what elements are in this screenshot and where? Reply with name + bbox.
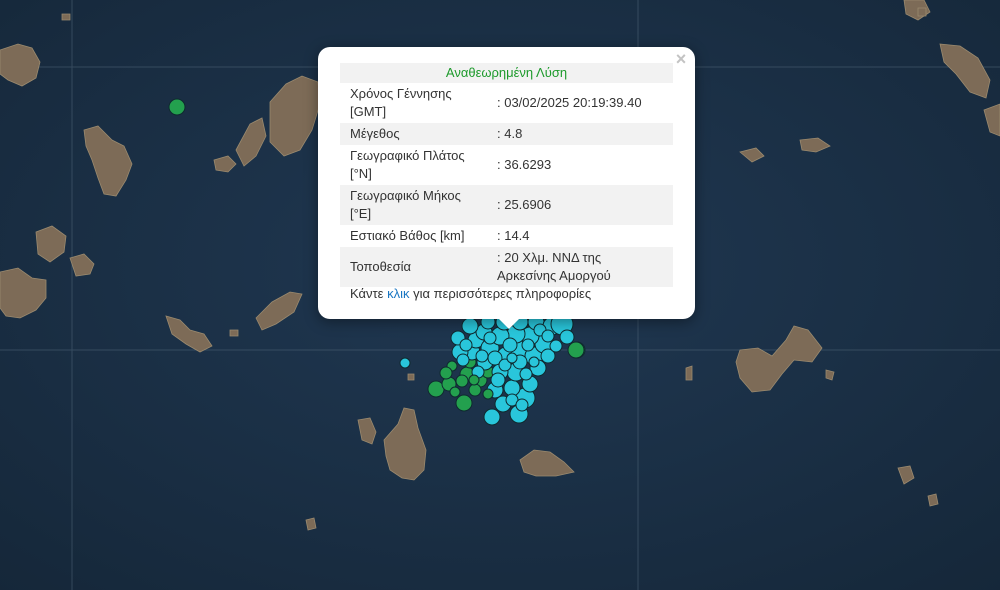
location-value: : 20 Χλμ. ΝΝΔ της Αρκεσίνης Αμοργού (487, 247, 673, 287)
island-islet-1 (61, 13, 71, 21)
earthquake-marker-revised[interactable] (449, 386, 461, 398)
magnitude-label: Μέγεθος (340, 123, 487, 145)
solution-title-row: Αναθεωρημένη Λύση (340, 63, 673, 83)
earthquake-marker-revised[interactable] (468, 374, 480, 386)
island-christiana (305, 517, 317, 531)
earthquake-marker-automatic[interactable] (528, 356, 540, 368)
earthquake-marker-automatic[interactable] (506, 352, 518, 364)
earthquake-marker-automatic[interactable] (559, 329, 575, 345)
island-islet-6 (407, 373, 415, 381)
longitude-row: Γεωγραφικό Μήκος [°E] : 25.6906 (340, 185, 673, 225)
depth-value: : 14.4 (497, 228, 530, 243)
earthquake-marker-automatic[interactable] (483, 331, 497, 345)
longitude-value: : 25.6906 (487, 185, 673, 225)
magnitude-value: : 4.8 (487, 123, 673, 145)
location-label: Τοποθεσία (340, 247, 487, 287)
close-icon[interactable]: × (673, 50, 689, 68)
magnitude-row: Μέγεθος : 4.8 (340, 123, 673, 145)
more-info-link[interactable]: κλικ (387, 286, 409, 301)
earthquake-marker-revised[interactable] (168, 98, 186, 116)
earthquake-info-table: Αναθεωρημένη Λύση Χρόνος Γέννησης [GMT] … (340, 63, 673, 287)
more-info-suffix: για περισσότερες πληροφορίες (413, 286, 592, 301)
island-islet-2 (917, 7, 927, 17)
earthquake-marker-revised[interactable] (439, 366, 453, 380)
more-info-prefix: Κάντε (350, 286, 384, 301)
earthquake-marker-automatic[interactable] (490, 372, 506, 388)
depth-label: Εστιακό Βάθος [km] (350, 228, 465, 243)
earthquake-marker-revised[interactable] (567, 341, 585, 359)
more-info-text: Κάντε κλικ για περισσότερες πληροφορίες (350, 286, 591, 301)
earthquake-marker-automatic[interactable] (483, 408, 501, 426)
earthquake-marker-automatic[interactable] (541, 329, 555, 343)
earthquake-marker-automatic[interactable] (475, 349, 489, 363)
earthquake-marker-revised[interactable] (482, 388, 494, 400)
island-islet-4 (685, 365, 693, 381)
earthquake-marker-automatic[interactable] (502, 337, 518, 353)
earthquake-marker-automatic[interactable] (399, 357, 411, 369)
island-islet-5 (229, 329, 239, 337)
earthquake-marker-automatic[interactable] (461, 317, 479, 335)
earthquake-marker-automatic[interactable] (549, 339, 563, 353)
earthquake-marker-revised[interactable] (468, 383, 482, 397)
depth-row: Εστιακό Βάθος [km] : 14.4 (340, 225, 673, 247)
latitude-row: Γεωγραφικό Πλάτος [°N] : 36.6293 (340, 145, 673, 185)
location-row: Τοποθεσία : 20 Χλμ. ΝΝΔ της Αρκεσίνης Αμ… (340, 247, 673, 287)
longitude-label: Γεωγραφικό Μήκος [°E] (340, 185, 487, 225)
origin-time-label: Χρόνος Γέννησης [GMT] (350, 86, 452, 119)
earthquake-marker-automatic[interactable] (456, 353, 470, 367)
earthquake-marker-revised[interactable] (455, 394, 473, 412)
popup-tip (496, 316, 522, 329)
island-ofidousa (927, 493, 939, 507)
earthquake-marker-automatic[interactable] (519, 367, 533, 381)
latitude-value: : 36.6293 (497, 157, 552, 172)
origin-time-value: : 03/02/2025 20:19:39.40 (497, 95, 642, 110)
earthquake-marker-revised[interactable] (455, 374, 469, 388)
solution-title: Αναθεωρημένη Λύση (340, 63, 673, 83)
latitude-label: Γεωγραφικό Πλάτος [°N] (350, 148, 465, 181)
origin-time-row: Χρόνος Γέννησης [GMT] : 03/02/2025 20:19… (340, 83, 673, 123)
earthquake-marker-automatic[interactable] (515, 398, 529, 412)
earthquake-marker-automatic[interactable] (459, 338, 473, 352)
earthquake-marker-automatic[interactable] (521, 338, 535, 352)
